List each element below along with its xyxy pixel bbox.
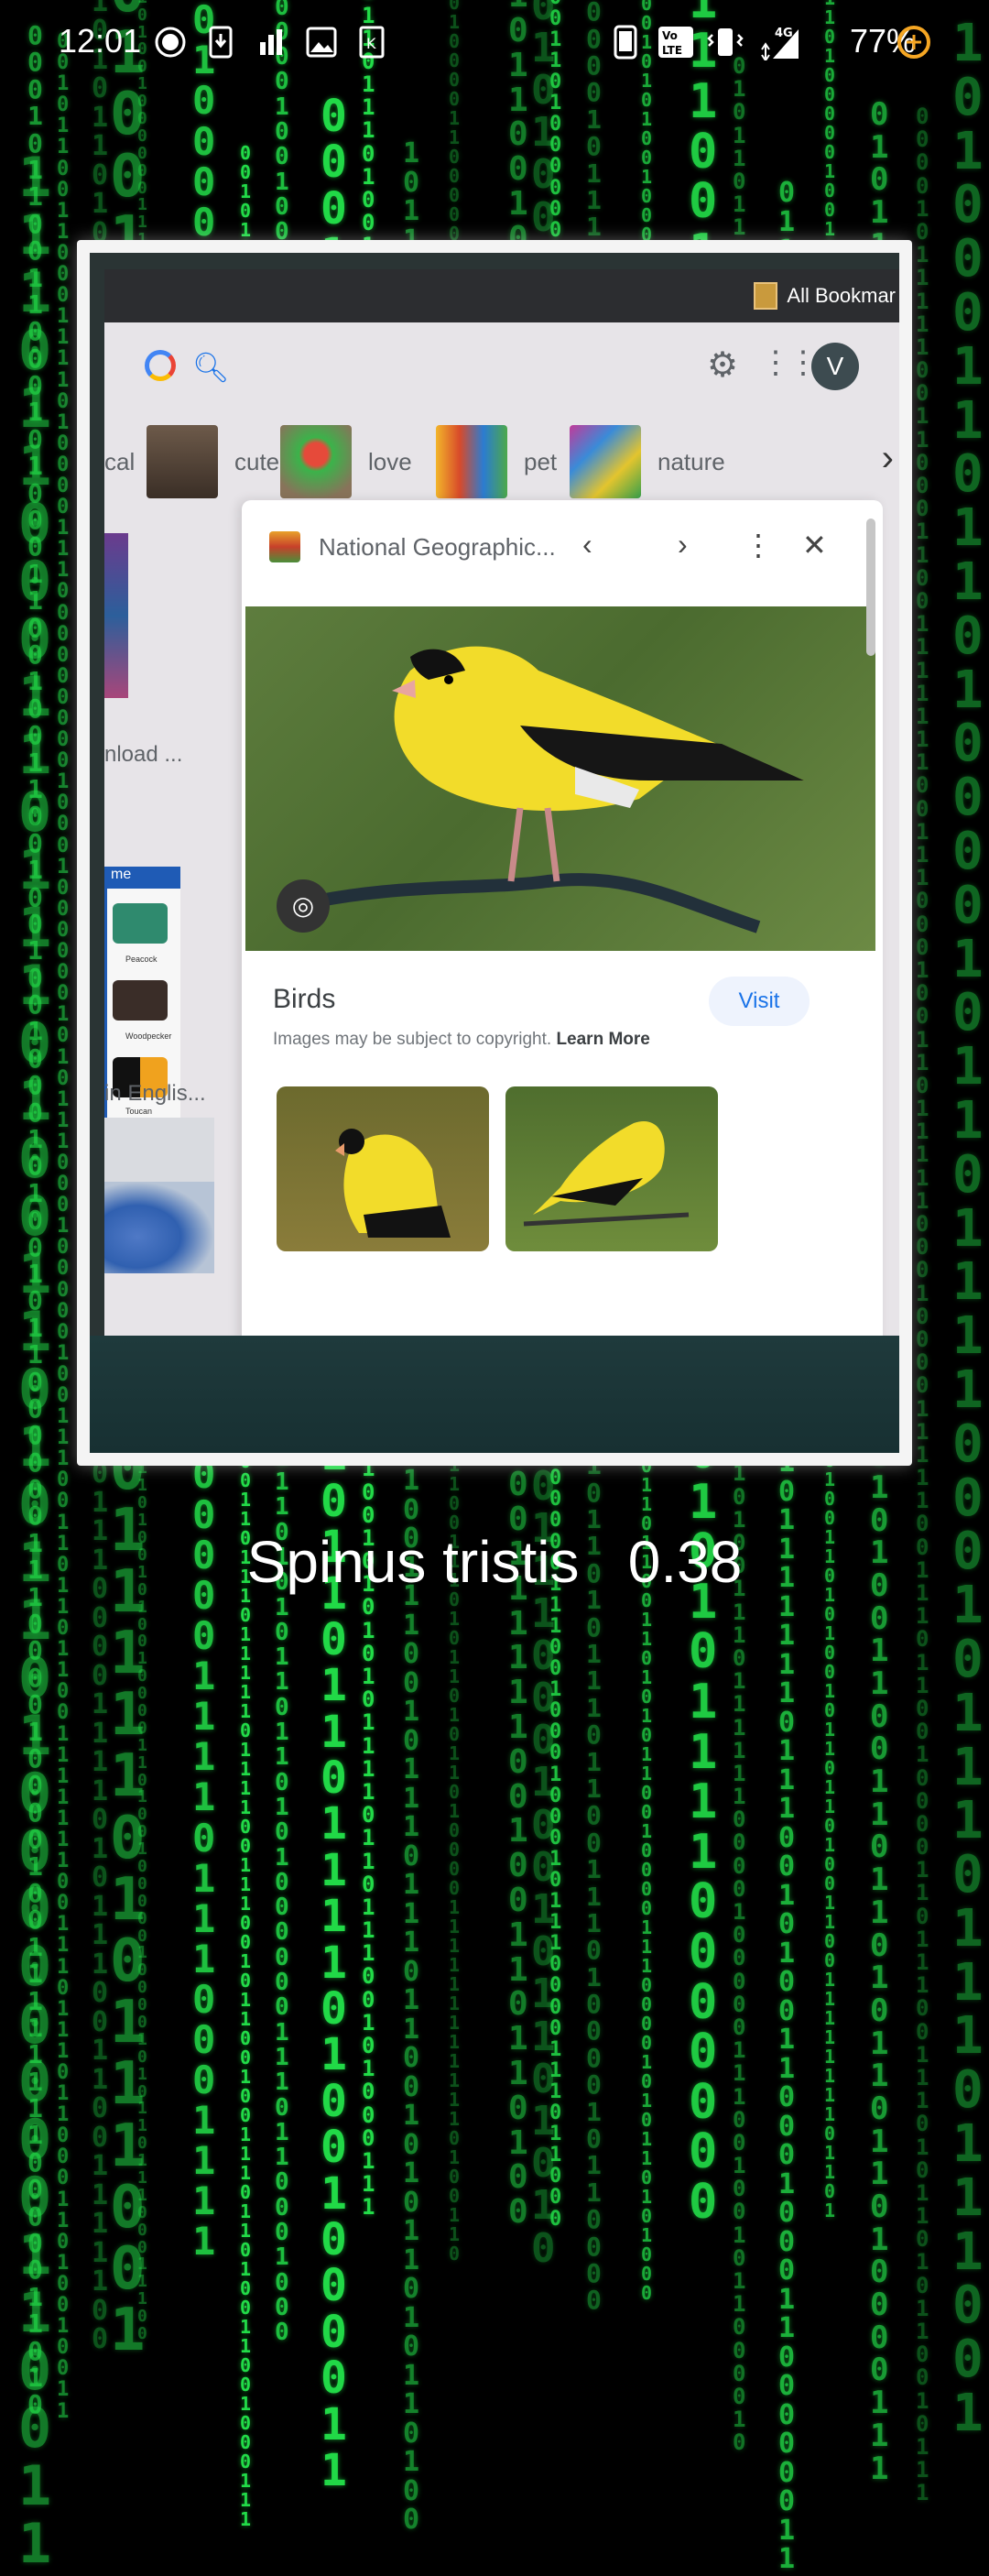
battery-saver-icon: [896, 22, 932, 62]
status-bar: 12:01 K Vo LTE 4G 77%: [0, 0, 989, 88]
record-icon: [154, 22, 187, 62]
chip-label: love: [368, 447, 412, 475]
vibrate-icon: [707, 22, 744, 62]
source-name: National Geographic...: [319, 533, 556, 561]
browser-toolbar: All Bookmar: [104, 269, 899, 322]
search-chips: cal cute love pet nature ›: [104, 418, 899, 506]
k-app-icon: K: [359, 22, 385, 62]
bookmarks-label: All Bookmar: [787, 284, 896, 307]
chart-caption: Toucan: [125, 1107, 153, 1116]
related-image: [505, 1086, 718, 1251]
avatar: V: [811, 343, 859, 390]
copyright-text: Images may be subject to copyright.: [273, 1030, 552, 1049]
chip-label: nature: [658, 447, 725, 475]
close-icon: ✕: [802, 529, 827, 562]
peacock-image: [113, 903, 168, 944]
woodpecker-image: [113, 980, 168, 1021]
gear-icon: ⚙: [707, 346, 739, 385]
chevron-right-icon: ›: [881, 438, 894, 478]
chevron-left-icon: ‹: [582, 528, 592, 561]
chip-nature: nature: [570, 425, 725, 498]
chip-thumbnail: [436, 425, 507, 498]
goldfinch-drawing: [280, 646, 804, 933]
network-type-label: 4G: [775, 27, 793, 40]
volte-icon: Vo LTE: [658, 22, 694, 62]
google-header: 🔍︎ ⚙ ⋮⋮⋮ V: [104, 322, 899, 405]
chip-cal: cal: [104, 425, 135, 498]
learn-more-link: Learn More: [556, 1030, 650, 1049]
status-time: 12:01: [59, 22, 142, 60]
confidence-score: 0.38: [627, 1529, 743, 1595]
chip-label: cute: [234, 447, 280, 475]
scrollbar: [866, 518, 875, 656]
captured-photo-frame: All Bookmar 🔍︎ ⚙ ⋮⋮⋮ V cal cute love pet…: [77, 240, 912, 1466]
matrix-column: 1 1 1 0 1 1 0 0 0 1 1 0 1 1 1 0 1 0 0 1 …: [18, 146, 52, 2576]
chip-thumbnail: [280, 425, 352, 498]
data-signal-icon: 4G: [756, 22, 802, 62]
svg-text:Vo: Vo: [662, 29, 678, 42]
preview-header: National Geographic... ‹ › ⋮ ✕: [242, 500, 883, 583]
chip-cute: cute: [147, 425, 279, 498]
result-thumbnail: [104, 533, 128, 698]
chart-caption: Peacock: [125, 955, 158, 964]
matrix-column: 0 0 1 0 1 1 0 0 1 1 0 0 0 1 1 1 1 0 1 0 …: [57, 30, 70, 2423]
source-favicon: [269, 531, 300, 562]
chip-label: cal: [104, 447, 136, 475]
copyright-notice: Images may be subject to copyright. Lear…: [273, 1030, 650, 1050]
photographed-screen: All Bookmar 🔍︎ ⚙ ⋮⋮⋮ V cal cute love pet…: [104, 269, 899, 1347]
image-preview-panel: National Geographic... ‹ › ⋮ ✕ ◎ Birds V…: [242, 500, 883, 1347]
phone-icon: [614, 22, 637, 62]
chevron-right-icon: ›: [678, 528, 688, 561]
captured-photo: All Bookmar 🔍︎ ⚙ ⋮⋮⋮ V cal cute love pet…: [90, 253, 899, 1453]
chip-label: pet: [524, 447, 558, 475]
gallery-icon: [306, 22, 337, 62]
bookmarks-button: All Bookmar: [754, 282, 896, 310]
image-title: Birds: [273, 984, 336, 1014]
image-title-row: Birds Visit: [242, 958, 883, 1041]
chart-caption: Woodpecker: [125, 1031, 172, 1041]
result-label: in Englis...: [104, 1081, 206, 1106]
visit-button: Visit: [709, 977, 810, 1026]
google-lens-icon: [145, 350, 176, 381]
search-icon: 🔍︎: [192, 351, 230, 384]
bluebird-image: [104, 1182, 214, 1273]
chip-pet: pet: [436, 425, 557, 498]
svg-text:LTE: LTE: [662, 44, 682, 57]
download-icon: [209, 22, 233, 62]
species-name: Spinus tristis: [246, 1529, 580, 1595]
signal-bars-icon: [258, 22, 286, 62]
matrix-column: 0 0 0 0 1 0 1 1 1 1 1 0 0 1 1 0 0 0 1 1 …: [916, 104, 929, 2506]
classification-result: Spinus tristis 0.38: [0, 1528, 989, 1596]
result-label: nload ...: [104, 742, 183, 767]
lens-search-icon: ◎: [277, 879, 330, 933]
monitor-bezel: [90, 1336, 899, 1453]
chip-thumbnail: [147, 425, 218, 498]
svg-text:K: K: [366, 35, 376, 52]
folder-icon: [754, 282, 778, 310]
chip-thumbnail: [570, 425, 641, 498]
goldfinch-image: ◎: [245, 606, 875, 951]
chip-love: love: [280, 425, 412, 498]
matrix-column: 1 0 1 0 0 0 1 1 0 1 1 0 1 0 0 0 0 1 0 1 …: [952, 14, 984, 2444]
related-image: [277, 1086, 489, 1251]
results-column: nload ... me Peacock Woodpecker Toucan i…: [104, 515, 242, 1339]
more-icon: ⋮: [744, 529, 773, 562]
chart-header: me: [107, 867, 180, 889]
result-thumbnail: [104, 1118, 214, 1273]
